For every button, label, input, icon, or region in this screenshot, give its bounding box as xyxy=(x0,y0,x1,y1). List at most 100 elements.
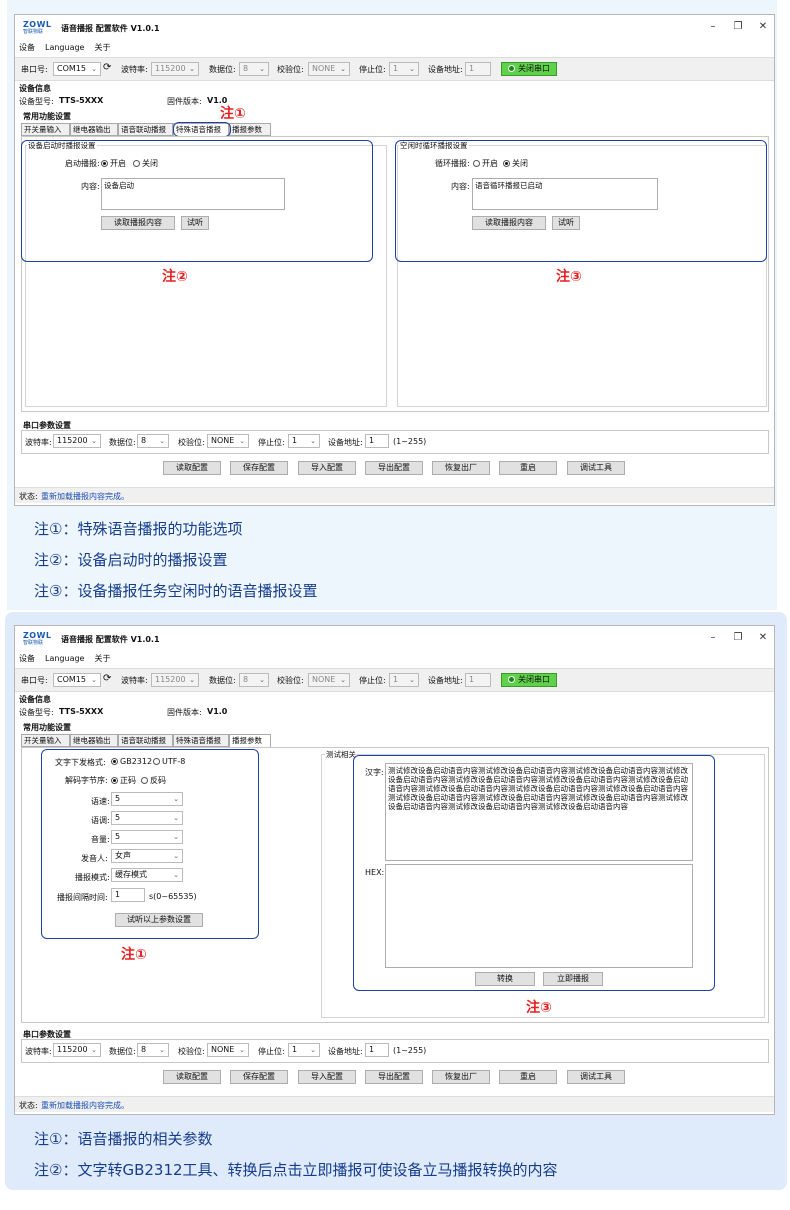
note3-label: 注③ xyxy=(556,269,582,285)
menu-bar-2: 设备 Language 关于 xyxy=(15,652,774,666)
tab-linkage-2[interactable]: 语音联动播报 xyxy=(118,734,173,747)
status-bar-2: 状态: 重新加载播报内容完成。 xyxy=(15,1096,774,1112)
fw-label: 固件版本: xyxy=(167,97,202,106)
tab-params-2[interactable]: 播报参数 xyxy=(229,734,271,748)
save-config-button[interactable]: 保存配置 xyxy=(230,461,288,475)
sp-addr-hint-2: (1~255) xyxy=(393,1046,427,1055)
sp-stopbits-select-2[interactable]: 1 ⌄ xyxy=(288,1043,320,1057)
port-select-2[interactable]: COM15 ⌄ xyxy=(53,673,101,687)
addr-input-2[interactable]: 1 xyxy=(465,673,491,687)
restart-button[interactable]: 重启 xyxy=(499,461,557,475)
stopbits-label: 停止位: xyxy=(359,65,386,74)
parity-label: 校验位: xyxy=(277,65,304,74)
maximize-button-2[interactable]: ❐ xyxy=(730,631,746,645)
caption-bottom-2: 注②：文字转GB2312工具、转换后点击立即播报可使设备立马播报转换的内容 xyxy=(34,1161,558,1179)
addr-input[interactable]: 1 xyxy=(465,62,491,76)
sp-databits-label: 数据位: xyxy=(109,438,136,447)
parity-select-2[interactable]: NONE ⌄ xyxy=(308,673,350,687)
stopbits-select[interactable]: 1 ⌄ xyxy=(389,62,419,76)
export-config-button-2[interactable]: 导出配置 xyxy=(365,1070,423,1084)
tab-switch-input-2[interactable]: 开关量输入 xyxy=(21,734,70,747)
menu-language[interactable]: Language xyxy=(45,41,84,55)
sp-parity-label-2: 校验位: xyxy=(178,1047,205,1056)
menu-device[interactable]: 设备 xyxy=(19,41,35,55)
connection-toolbar: 串口号: COM15 ⌄ ⟳ 波特率: 115200 ⌄ 数据位: 8 ⌄ 校验位: … xyxy=(15,57,774,81)
sp-addr-input-2[interactable]: 1 xyxy=(365,1043,389,1057)
maximize-button[interactable]: ❐ xyxy=(730,20,746,34)
databits-select-2[interactable]: 8 ⌄ xyxy=(239,673,269,687)
tab-params[interactable]: 播报参数 xyxy=(229,123,271,136)
read-config-button[interactable]: 读取配置 xyxy=(163,461,221,475)
caption-bottom-1: 注①：语音播报的相关参数 xyxy=(34,1130,213,1148)
sp-databits-select-2[interactable]: 8 ⌄ xyxy=(137,1043,169,1057)
tab-special-2[interactable]: 特殊语音播报 xyxy=(173,734,229,747)
minimize-button-2[interactable]: – xyxy=(705,631,721,645)
addr-label: 设备地址: xyxy=(428,65,463,74)
debug-tool-button[interactable]: 调试工具 xyxy=(567,461,625,475)
read-config-button-2[interactable]: 读取配置 xyxy=(163,1070,221,1084)
factory-reset-button-2[interactable]: 恢复出厂 xyxy=(432,1070,490,1084)
import-config-button[interactable]: 导入配置 xyxy=(298,461,356,475)
common-heading: 常用功能设置 xyxy=(23,112,71,121)
device-info-heading-2: 设备信息 xyxy=(19,695,51,704)
tab-strip: 开关量输入 继电器输出 语音联动播报 特殊语音播报 播报参数 xyxy=(21,123,321,137)
parity-select[interactable]: NONE ⌄ xyxy=(308,62,350,76)
tab-strip-2: 开关量输入 继电器输出 语音联动播报 特殊语音播报 播报参数 xyxy=(21,734,321,748)
sp-parity-select-2[interactable]: NONE ⌄ xyxy=(207,1043,249,1057)
refresh-icon[interactable]: ⟳ xyxy=(103,62,111,73)
sp-databits-label-2: 数据位: xyxy=(109,1047,136,1056)
sp-addr-label: 设备地址: xyxy=(328,438,363,447)
note2-label: 注② xyxy=(162,269,188,285)
menu-device-2[interactable]: 设备 xyxy=(19,652,35,666)
menu-about-2[interactable]: 关于 xyxy=(94,652,110,666)
sp-baud-label-2: 波特率: xyxy=(25,1047,52,1056)
port-label: 串口号: xyxy=(21,65,48,74)
status-dot-icon xyxy=(508,65,515,72)
status-label: 状态: xyxy=(19,492,38,501)
sp-parity-select[interactable]: NONE ⌄ xyxy=(207,434,249,448)
refresh-icon-2[interactable]: ⟳ xyxy=(103,673,111,684)
import-config-button-2[interactable]: 导入配置 xyxy=(298,1070,356,1084)
stopbits-select-2[interactable]: 1 ⌄ xyxy=(389,673,419,687)
caption-top-3: 注③：设备播报任务空闲时的语音播报设置 xyxy=(34,582,318,600)
close-port-button[interactable]: 关闭串口 xyxy=(501,62,557,76)
baud-select-2[interactable]: 115200 ⌄ xyxy=(151,673,199,687)
port-select[interactable]: COM15 ⌄ xyxy=(53,62,101,76)
tab-switch-input[interactable]: 开关量输入 xyxy=(21,123,70,136)
databits-select[interactable]: 8 ⌄ xyxy=(239,62,269,76)
factory-reset-button[interactable]: 恢复出厂 xyxy=(432,461,490,475)
save-config-button-2[interactable]: 保存配置 xyxy=(230,1070,288,1084)
close-button[interactable]: ✕ xyxy=(755,20,771,34)
export-config-button[interactable]: 导出配置 xyxy=(365,461,423,475)
addr-label-2: 设备地址: xyxy=(428,676,463,685)
app-logo: ZOWL 智联物联 xyxy=(23,20,52,35)
tab-relay-output-2[interactable]: 继电器输出 xyxy=(70,734,118,747)
minimize-button[interactable]: – xyxy=(705,20,721,34)
status-bar: 状态: 重新加载播报内容完成。 xyxy=(15,487,774,503)
device-info-heading: 设备信息 xyxy=(19,84,51,93)
sp-stopbits-select[interactable]: 1 ⌄ xyxy=(288,434,320,448)
sp-baud-select-2[interactable]: 115200 ⌄ xyxy=(53,1043,101,1057)
model-value-2: TTS-5XXX xyxy=(59,707,104,716)
parity-label-2: 校验位: xyxy=(277,676,304,685)
databits-label-2: 数据位: xyxy=(209,676,236,685)
menu-about[interactable]: 关于 xyxy=(94,41,110,55)
sp-baud-select[interactable]: 115200 ⌄ xyxy=(53,434,101,448)
close-port-button-2[interactable]: 关闭串口 xyxy=(501,673,557,687)
debug-tool-button-2[interactable]: 调试工具 xyxy=(567,1070,625,1084)
sp-addr-label-2: 设备地址: xyxy=(328,1047,363,1056)
caption-top-1: 注①：特殊语音播报的功能选项 xyxy=(34,520,243,538)
note1-highlight xyxy=(173,122,231,137)
tab-relay-output[interactable]: 继电器输出 xyxy=(70,123,118,136)
close-button-2[interactable]: ✕ xyxy=(755,631,771,645)
status-dot-icon-2 xyxy=(508,676,515,683)
menu-bar: 设备 Language 关于 xyxy=(15,41,774,55)
sp-databits-select[interactable]: 8 ⌄ xyxy=(137,434,169,448)
baud-select[interactable]: 115200 ⌄ xyxy=(151,62,199,76)
sp-addr-input[interactable]: 1 xyxy=(365,434,389,448)
sp-stopbits-label-2: 停止位: xyxy=(258,1047,285,1056)
menu-language-2[interactable]: Language xyxy=(45,652,84,666)
restart-button-2[interactable]: 重启 xyxy=(499,1070,557,1084)
app-window-params: ZOWL 智联物联 语音播报 配置软件 V1.0.1 – ❐ ✕ 设备 Langu… xyxy=(14,625,775,1115)
tab-linkage[interactable]: 语音联动播报 xyxy=(118,123,173,136)
